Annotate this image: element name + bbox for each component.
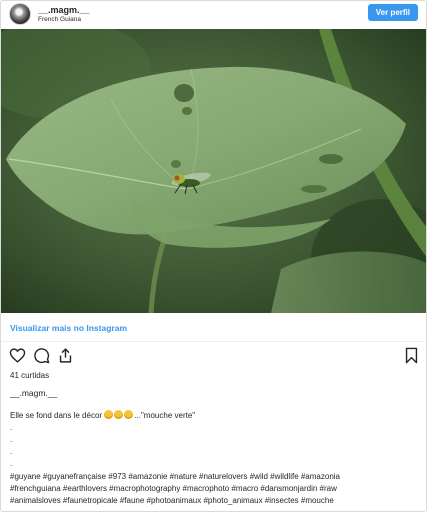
- hashtags: #guyane #guyanefrançaise #973 #amazonie …: [10, 471, 420, 507]
- hashtags-line[interactable]: #guyane #guyanefrançaise #973 #amazonie …: [10, 471, 420, 483]
- action-bar: [9, 347, 420, 365]
- bookmark-icon[interactable]: [403, 347, 420, 364]
- share-icon[interactable]: [57, 347, 74, 364]
- caption-dot: .: [10, 459, 13, 468]
- hashtags-line[interactable]: #animalsloves #faunetropicale #faune #ph…: [10, 495, 420, 507]
- username[interactable]: __.magm.__: [38, 5, 90, 15]
- view-profile-button[interactable]: Ver perfil: [367, 4, 418, 21]
- heart-icon[interactable]: [9, 347, 26, 364]
- caption-text: Elle se fond dans le décor: [10, 411, 103, 420]
- photo-leaf-fly-image: [1, 29, 426, 313]
- like-count: 41 curtidas: [10, 371, 50, 380]
- caption-dot: .: [10, 423, 13, 432]
- caption-dot: .: [10, 435, 13, 444]
- grinning-emoji-icon: [114, 410, 124, 419]
- post-header: __.magm.__ French Guiana Ver perfil: [1, 1, 426, 29]
- profile-avatar[interactable]: [9, 3, 31, 25]
- divider: [1, 341, 426, 342]
- caption-dot: .: [10, 447, 13, 456]
- location[interactable]: French Guiana: [38, 16, 81, 23]
- post-owner[interactable]: __.magm.__: [10, 388, 57, 398]
- post-photo[interactable]: [1, 29, 426, 313]
- view-more-link[interactable]: Visualizar mais no Instagram: [10, 323, 127, 333]
- hashtags-line[interactable]: #frenchguiana #earthlovers #macrophotogr…: [10, 483, 420, 495]
- instagram-embed-card: __.magm.__ French Guiana Ver perfil Visu…: [0, 0, 427, 512]
- comment-icon[interactable]: [33, 347, 50, 364]
- caption-quote: ..."mouche verte": [134, 411, 196, 420]
- caption: Elle se fond dans le décor ..."mouche ve…: [10, 410, 195, 420]
- grinning-emoji-icon: [124, 410, 134, 419]
- grinning-emoji-icon: [104, 410, 114, 419]
